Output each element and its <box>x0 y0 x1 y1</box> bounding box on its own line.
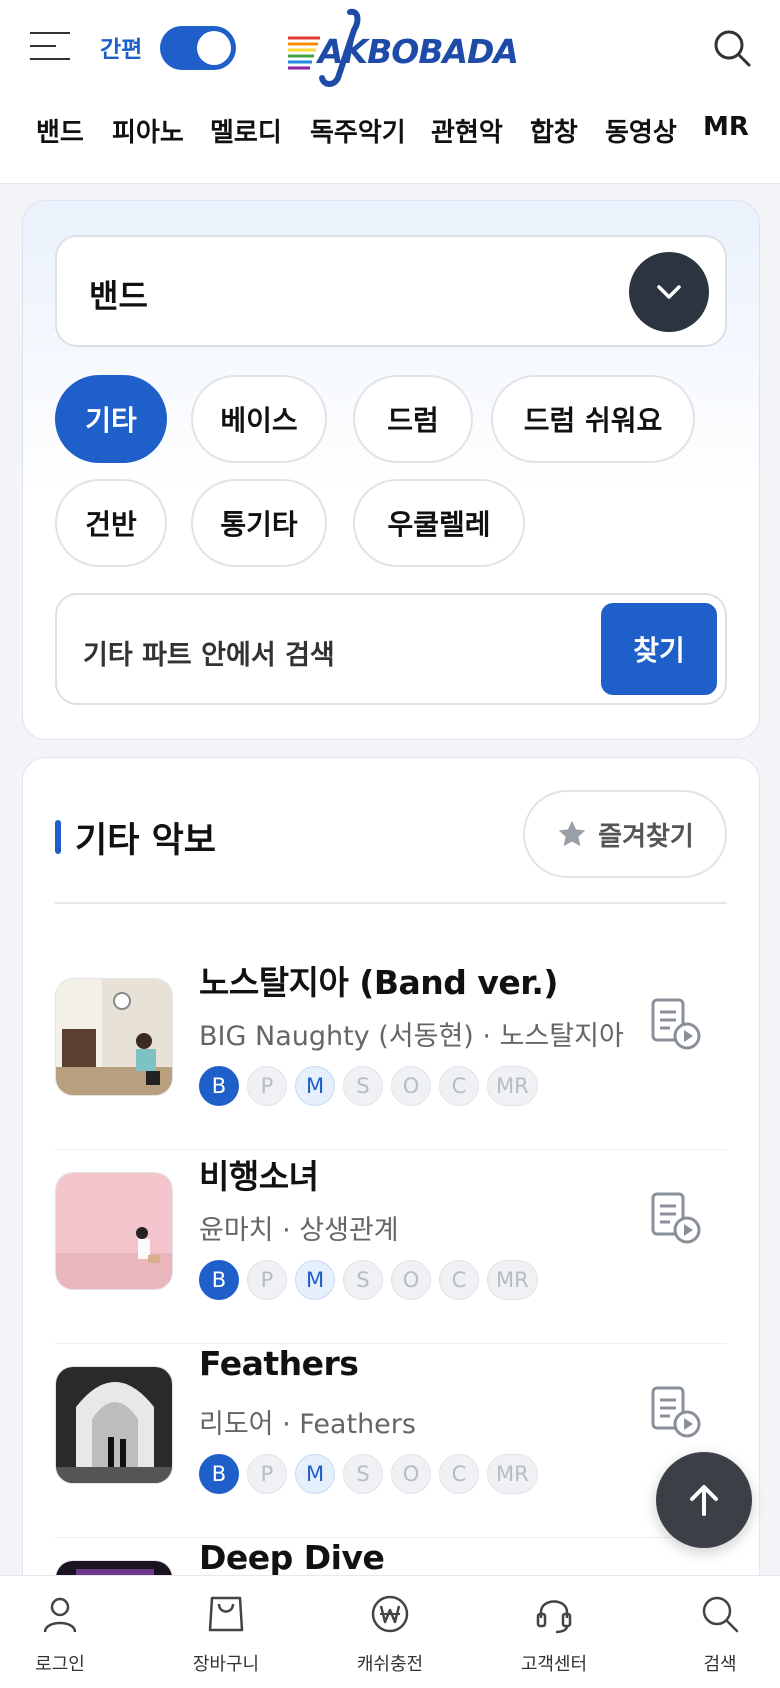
section-accent-bar <box>55 820 61 854</box>
category-nav: 밴드 피아노 멜로디 독주악기 관현악 합창 동영상 MR <box>0 112 780 160</box>
badge-c: C <box>439 1260 479 1300</box>
tab-login[interactable]: 로그인 <box>0 1576 120 1688</box>
easy-mode-label: 간편 <box>100 37 143 63</box>
sheet-preview-icon[interactable] <box>649 1192 703 1246</box>
chip-ukulele[interactable]: 우쿨렐레 <box>353 479 525 567</box>
chip-drum-easy[interactable]: 드럼 쉬워요 <box>491 375 695 463</box>
badge-s: S <box>343 1066 383 1106</box>
album-thumbnail <box>55 1366 173 1484</box>
filter-card: 밴드 기타 베이스 드럼 드럼 쉬워요 건반 통기타 우쿨렐레 기타 파트 안에… <box>22 200 760 740</box>
badge-mr: MR <box>487 1066 538 1106</box>
category-select[interactable]: 밴드 <box>55 235 727 347</box>
won-icon <box>370 1594 410 1634</box>
akbobada-logo[interactable]: AKBOBADA <box>278 8 519 88</box>
badge-o: O <box>391 1454 431 1494</box>
scroll-to-top-button[interactable] <box>656 1452 752 1548</box>
badge-mr: MR <box>487 1260 538 1300</box>
badge-p: P <box>247 1260 287 1300</box>
bag-icon <box>206 1594 246 1634</box>
nav-item-mr[interactable]: MR <box>703 112 749 142</box>
section-title: 기타 악보 <box>75 821 216 861</box>
badge-s: S <box>343 1454 383 1494</box>
sheet-list-card: 기타 악보 즐겨찾기 노스탈지아 (Band ver.) BIG Naughty… <box>22 757 760 1688</box>
badge-m: M <box>295 1066 335 1106</box>
tab-cart[interactable]: 장바구니 <box>166 1576 286 1688</box>
song-meta: 윤마치 · 상생관계 <box>199 1215 399 1246</box>
song-title[interactable]: Deep Dive <box>199 1538 385 1577</box>
badge-p: P <box>247 1454 287 1494</box>
arrow-up-icon <box>690 1485 718 1516</box>
part-badges: B P M S O C MR <box>199 1066 538 1106</box>
badge-b: B <box>199 1260 239 1300</box>
badge-o: O <box>391 1066 431 1106</box>
badge-m: M <box>295 1260 335 1300</box>
tab-label: 로그인 <box>35 1654 85 1675</box>
search-icon <box>700 1594 740 1634</box>
badge-o: O <box>391 1260 431 1300</box>
favorite-label: 즐겨찾기 <box>598 821 694 852</box>
song-title[interactable]: Feathers <box>199 1344 359 1383</box>
part-search-box: 기타 파트 안에서 검색 찾기 <box>55 593 727 705</box>
nav-item-solo[interactable]: 독주악기 <box>310 112 406 149</box>
badge-b: B <box>199 1454 239 1494</box>
nav-item-video[interactable]: 동영상 <box>605 112 677 149</box>
part-badges: B P M S O C MR <box>199 1454 538 1494</box>
list-item[interactable]: 노스탈지아 (Band ver.) BIG Naughty (서동현) · 노스… <box>55 956 727 1150</box>
badge-c: C <box>439 1454 479 1494</box>
album-thumbnail <box>55 1172 173 1290</box>
badge-p: P <box>247 1066 287 1106</box>
badge-m: M <box>295 1454 335 1494</box>
chip-keyboard[interactable]: 건반 <box>55 479 167 567</box>
easy-mode-toggle[interactable] <box>160 26 236 70</box>
headset-icon <box>534 1594 574 1634</box>
nav-item-band[interactable]: 밴드 <box>36 112 84 149</box>
album-thumbnail <box>55 978 173 1096</box>
tab-search[interactable]: 검색 <box>660 1576 780 1688</box>
sheet-preview-icon[interactable] <box>649 1386 703 1440</box>
nav-item-melody[interactable]: 멜로디 <box>210 112 282 149</box>
tab-label: 캐쉬충전 <box>356 1654 424 1675</box>
chevron-down-icon[interactable] <box>629 252 709 332</box>
badge-b: B <box>199 1066 239 1106</box>
logo-text: AKBOBADA <box>318 32 519 71</box>
category-select-value: 밴드 <box>89 277 148 315</box>
menu-icon[interactable] <box>30 32 70 62</box>
chip-acoustic-guitar[interactable]: 통기타 <box>191 479 327 567</box>
search-icon[interactable] <box>712 28 752 68</box>
list-item[interactable]: Feathers 리도어 · Feathers B P M S O C MR <box>55 1344 727 1538</box>
song-title[interactable]: 비행소녀 <box>199 1150 319 1198</box>
badge-c: C <box>439 1066 479 1106</box>
song-title[interactable]: 노스탈지아 (Band ver.) <box>199 956 558 1004</box>
song-meta: BIG Naughty (서동현) · 노스탈지아 <box>199 1021 624 1052</box>
favorite-button[interactable]: 즐겨찾기 <box>523 790 727 878</box>
chip-drum[interactable]: 드럼 <box>353 375 473 463</box>
chip-guitar[interactable]: 기타 <box>55 375 167 463</box>
tab-label: 고객센터 <box>520 1654 588 1675</box>
part-badges: B P M S O C MR <box>199 1260 538 1300</box>
song-meta: 리도어 · Feathers <box>199 1409 416 1440</box>
tab-support[interactable]: 고객센터 <box>494 1576 614 1688</box>
nav-item-piano[interactable]: 피아노 <box>112 112 184 149</box>
part-search-input[interactable]: 기타 파트 안에서 검색 <box>83 633 335 672</box>
bottom-tab-bar: 로그인 장바구니 캐쉬충전 고객센터 검색 <box>0 1575 780 1688</box>
divider <box>55 902 727 904</box>
nav-item-choir[interactable]: 합창 <box>530 112 578 149</box>
star-icon <box>558 820 586 847</box>
badge-mr: MR <box>487 1454 538 1494</box>
user-icon <box>40 1594 80 1634</box>
top-header: 간편 AKBOBADA 밴드 피아노 멜로디 독주악기 관현악 합창 동영상 M… <box>0 0 780 184</box>
list-item[interactable]: 비행소녀 윤마치 · 상생관계 B P M S O C MR <box>55 1150 727 1344</box>
chip-bass[interactable]: 베이스 <box>191 375 327 463</box>
tab-label: 장바구니 <box>192 1654 260 1675</box>
sheet-preview-icon[interactable] <box>649 998 703 1052</box>
nav-item-orchestra[interactable]: 관현악 <box>431 112 503 149</box>
find-button[interactable]: 찾기 <box>601 603 717 695</box>
badge-s: S <box>343 1260 383 1300</box>
tab-label: 검색 <box>703 1654 737 1675</box>
tab-cash[interactable]: 캐쉬충전 <box>330 1576 450 1688</box>
